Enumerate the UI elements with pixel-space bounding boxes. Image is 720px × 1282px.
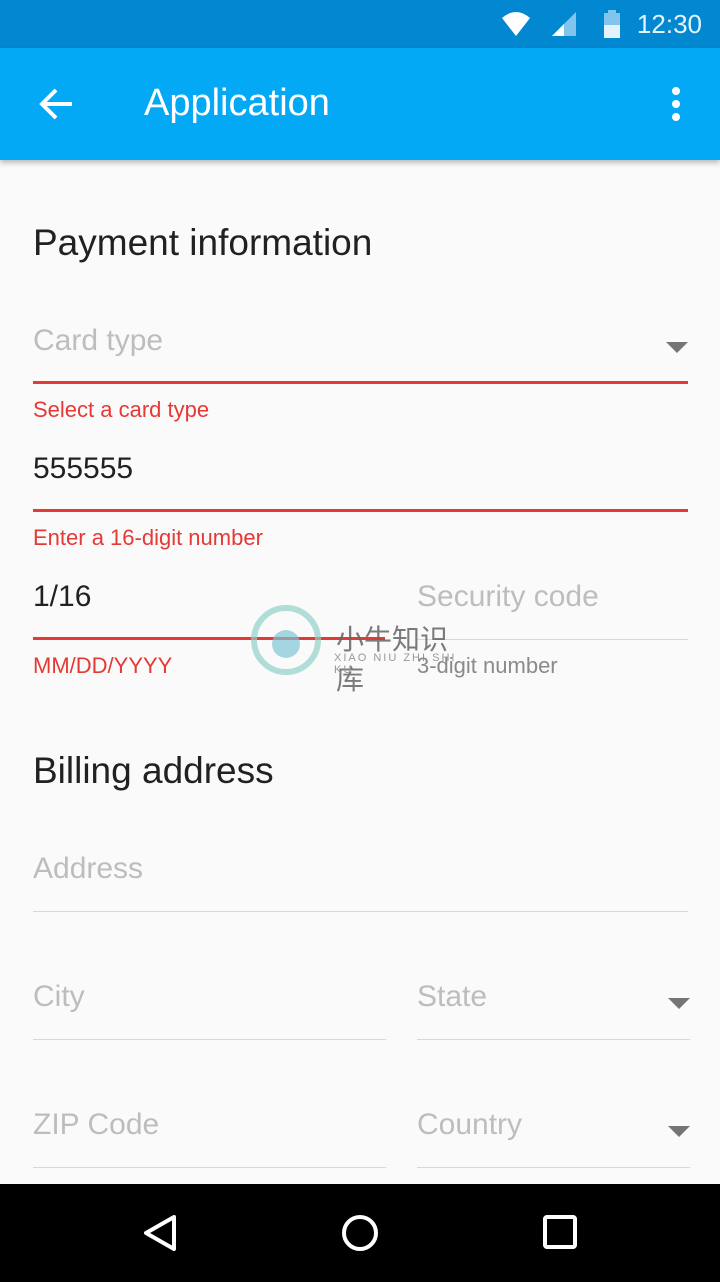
- expiry-value: 1/16: [33, 580, 92, 613]
- wifi-icon: [502, 12, 530, 36]
- dropdown-arrow-icon: [668, 1126, 690, 1137]
- payment-heading: Payment information: [33, 222, 373, 263]
- card-number-error: Enter a 16-digit number: [33, 525, 263, 550]
- watermark-subtext: XIAO NIU ZHI SHI KU: [334, 652, 457, 676]
- dropdown-arrow-icon: [668, 998, 690, 1009]
- home-nav-icon[interactable]: [341, 1214, 379, 1252]
- dropdown-arrow-icon: [666, 342, 688, 353]
- more-vertical-icon[interactable]: [670, 86, 682, 122]
- underline: [33, 509, 688, 512]
- underline: [33, 1039, 386, 1040]
- card-type-placeholder: Card type: [33, 324, 164, 357]
- country-placeholder: Country: [417, 1108, 523, 1141]
- arrow-left-icon[interactable]: [38, 88, 74, 120]
- state-select[interactable]: State: [417, 980, 690, 1040]
- watermark-logo: 小牛知识库 XIAO NIU ZHI SHI KU: [250, 604, 470, 695]
- underline: [417, 1167, 690, 1168]
- underline: [33, 1167, 386, 1168]
- city-input[interactable]: City: [33, 980, 386, 1040]
- status-bar: 12:30: [0, 0, 720, 48]
- city-placeholder: City: [33, 980, 85, 1013]
- billing-heading: Billing address: [33, 750, 274, 791]
- country-select[interactable]: Country: [417, 1108, 690, 1168]
- underline: [33, 911, 688, 912]
- status-time: 12:30: [636, 9, 702, 39]
- battery-icon: [604, 10, 620, 38]
- address-placeholder: Address: [33, 852, 144, 885]
- underline: [33, 381, 688, 384]
- underline: [417, 1039, 690, 1040]
- card-number-input[interactable]: 555555: [33, 452, 688, 512]
- expiry-error: MM/DD/YYYY: [33, 653, 173, 678]
- recents-nav-icon[interactable]: [543, 1215, 577, 1249]
- signal-icon: [552, 12, 576, 36]
- card-type-error: Select a card type: [33, 397, 210, 422]
- card-number-value: 555555: [33, 452, 134, 485]
- page-title: Application: [144, 82, 330, 124]
- address-input[interactable]: Address: [33, 852, 688, 912]
- navigation-bar: [0, 1184, 720, 1282]
- zip-placeholder: ZIP Code: [33, 1108, 160, 1141]
- app-bar: Application: [0, 48, 720, 160]
- state-placeholder: State: [417, 980, 488, 1013]
- zip-input[interactable]: ZIP Code: [33, 1108, 386, 1168]
- card-type-select[interactable]: Card type: [33, 324, 688, 384]
- back-nav-icon[interactable]: [142, 1214, 178, 1252]
